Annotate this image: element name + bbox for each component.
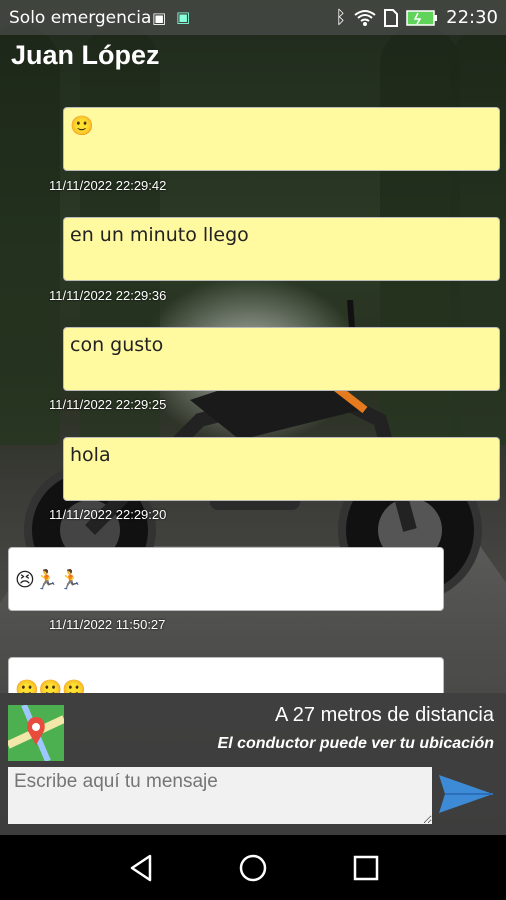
message-bubble[interactable]: 😣🏃🏃	[8, 547, 444, 611]
message-bubble[interactable]: en un minuto llego	[63, 217, 500, 281]
bluetooth-icon: ᛒ	[335, 7, 347, 28]
message-text: 🙂	[70, 115, 94, 137]
clock: 22:30	[446, 7, 498, 28]
message-input[interactable]	[8, 767, 432, 824]
sim-icon	[384, 8, 399, 27]
notification-icon: ▣	[152, 9, 167, 27]
message-timestamp: 11/11/2022 22:29:20	[49, 507, 167, 522]
navigation-bar	[0, 835, 506, 900]
back-icon[interactable]	[126, 852, 158, 884]
distance-text: A 27 metros de distancia	[274, 704, 494, 726]
recents-icon[interactable]	[350, 852, 382, 884]
message-text: hola	[70, 444, 111, 466]
carrier-label: Solo emergencia	[9, 8, 152, 28]
battery-icon	[406, 9, 438, 26]
message-timestamp: 11/11/2022 22:29:36	[49, 288, 167, 303]
message-bubble[interactable]: 🙂🙂🙂	[8, 657, 444, 693]
message-bubble[interactable]: hola	[63, 437, 500, 501]
status-bar: Solo emergencia ▣ ▣ ᛒ 22:30	[0, 0, 506, 35]
message-text: en un minuto llego	[70, 224, 249, 246]
message-timestamp: 11/11/2022 22:29:42	[49, 178, 167, 193]
home-icon[interactable]	[237, 852, 269, 884]
map-icon[interactable]	[8, 705, 64, 761]
message-text: con gusto	[70, 334, 164, 356]
message-bubble[interactable]: con gusto	[63, 327, 500, 391]
message-timestamp: 11/11/2022 11:50:27	[49, 617, 166, 632]
message-bubble[interactable]: 🙂	[63, 107, 500, 171]
wifi-icon	[354, 9, 376, 26]
location-notice: El conductor puede ver tu ubicación	[217, 735, 494, 752]
message-text: 🙂🙂🙂	[15, 679, 86, 693]
send-icon[interactable]	[437, 767, 495, 821]
message-text: 😣🏃🏃	[15, 569, 83, 591]
message-list[interactable]: 🙂 11/11/2022 22:29:42 en un minuto llego…	[0, 95, 506, 693]
app-notification-icon: ▣	[176, 8, 191, 26]
contact-name: Juan López	[11, 40, 160, 70]
message-timestamp: 11/11/2022 22:29:25	[49, 397, 167, 412]
